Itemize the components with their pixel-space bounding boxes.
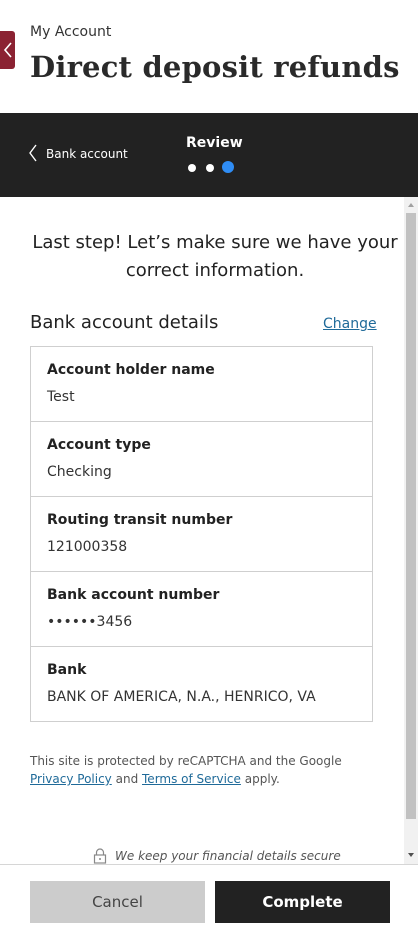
scroll-down-arrow[interactable] — [404, 850, 418, 860]
detail-row-routing-number: Routing transit number 121000358 — [31, 497, 372, 572]
detail-value: BANK OF AMERICA, N.A., HENRICO, VA — [47, 689, 316, 705]
detail-value: 121000358 — [47, 539, 128, 555]
detail-row-account-holder: Account holder name Test — [31, 347, 372, 422]
scrollbar-thumb[interactable] — [406, 213, 416, 819]
breadcrumb[interactable]: My Account — [30, 24, 111, 40]
current-step-title: Review — [186, 135, 243, 151]
privacy-policy-link[interactable]: Privacy Policy — [30, 772, 112, 786]
lock-icon — [93, 848, 107, 864]
scroll-down-icon — [408, 853, 414, 857]
page-title: Direct deposit refunds — [30, 50, 400, 84]
step-dot-1 — [188, 164, 196, 172]
detail-value: Checking — [47, 464, 112, 480]
recaptcha-notice: This site is protected by reCAPTCHA and … — [30, 752, 370, 788]
detail-value: ••••••3456 — [47, 614, 133, 630]
terms-of-service-link[interactable]: Terms of Service — [142, 772, 241, 786]
detail-label: Bank account number — [47, 587, 220, 603]
intro-text: Last step! Let’s make sure we have your … — [32, 232, 398, 281]
chevron-left-icon — [29, 144, 37, 162]
recaptcha-suffix: apply. — [244, 772, 280, 786]
detail-row-account-type: Account type Checking — [31, 422, 372, 497]
recaptcha-text: This site is protected by reCAPTCHA and … — [30, 754, 342, 768]
detail-row-bank: Bank BANK OF AMERICA, N.A., HENRICO, VA — [31, 647, 372, 722]
recaptcha-and: and — [115, 772, 139, 786]
detail-label: Account type — [47, 437, 151, 453]
detail-label: Account holder name — [47, 362, 215, 378]
detail-label: Bank — [47, 662, 87, 678]
chevron-left-icon — [3, 42, 12, 58]
change-link[interactable]: Change — [323, 316, 377, 332]
detail-row-account-number: Bank account number ••••••3456 — [31, 572, 372, 647]
section-title: Bank account details — [30, 312, 219, 333]
step-back-label: Bank account — [46, 147, 128, 161]
back-tab[interactable] — [0, 31, 15, 69]
cancel-button[interactable]: Cancel — [30, 881, 205, 923]
secure-note-text: We keep your financial details secure — [115, 849, 341, 863]
step-dot-2 — [206, 164, 214, 172]
step-dot-3-active — [222, 161, 234, 173]
scroll-up-icon — [408, 203, 414, 207]
secure-note: We keep your financial details secure — [93, 848, 341, 864]
page-header: My Account Direct deposit refunds — [0, 0, 418, 113]
complete-button[interactable]: Complete — [215, 881, 390, 923]
detail-value: Test — [47, 389, 75, 405]
detail-label: Routing transit number — [47, 512, 233, 528]
step-back-link[interactable]: Bank account — [28, 143, 128, 163]
scroll-up-arrow[interactable] — [404, 200, 418, 210]
bank-details-table: Account holder name Test Account type Ch… — [30, 346, 373, 722]
